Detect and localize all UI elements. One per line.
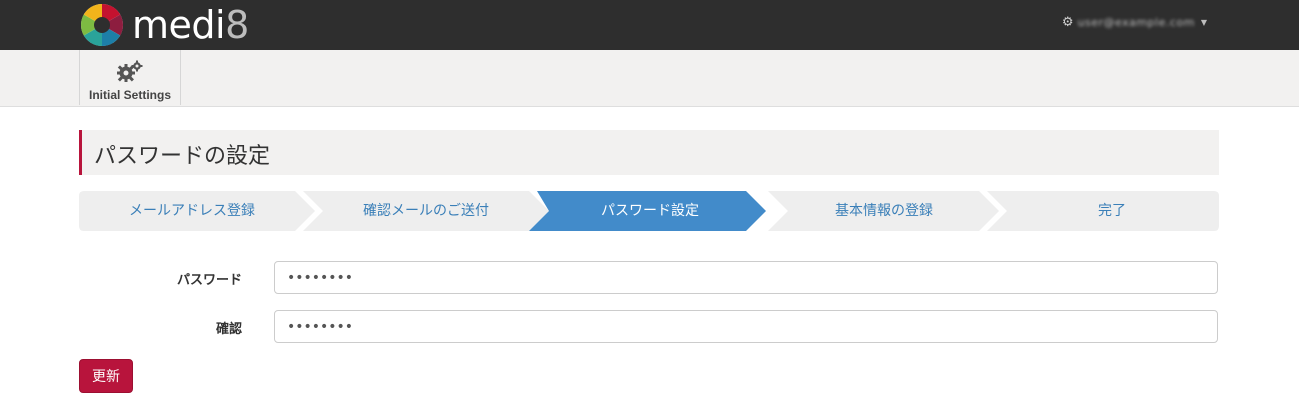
subnav-item-label: Initial Settings	[88, 88, 171, 102]
gear-icon: ⚙	[1061, 15, 1074, 30]
sub-navigation: Initial Settings	[0, 50, 1299, 107]
step-complete: 完了	[1098, 203, 1126, 219]
step-confirmation-mail: 確認メールのご送付	[363, 203, 489, 219]
password-input[interactable]	[274, 261, 1218, 294]
logo-mark-icon	[80, 3, 124, 47]
page-title-bar: パスワードの設定	[79, 130, 1219, 175]
top-bar: medi8 ⚙ user@example.com ▼	[0, 0, 1299, 50]
logo-wordmark: medi8	[132, 3, 249, 47]
page-title: パスワードの設定	[94, 144, 271, 169]
medi8-logo[interactable]: medi8	[80, 2, 249, 48]
subnav-item-initial-settings[interactable]: Initial Settings	[79, 50, 181, 105]
update-button[interactable]: 更新	[79, 359, 133, 393]
password-label: パスワード	[176, 273, 242, 288]
step-password-setting: パスワード設定	[601, 203, 699, 219]
wizard-steps: メールアドレス登録 確認メールのご送付 パスワード設定 基本情報の登録 完了	[79, 191, 1219, 231]
confirm-password-input[interactable]	[274, 310, 1218, 343]
caret-down-icon: ▼	[1200, 18, 1207, 27]
step-basic-info: 基本情報の登録	[835, 203, 933, 219]
user-menu[interactable]: ⚙ user@example.com ▼	[1062, 15, 1207, 30]
confirm-label: 確認	[215, 322, 242, 337]
gears-icon	[117, 60, 143, 82]
user-name: user@example.com	[1077, 16, 1195, 29]
step-email-registration: メールアドレス登録	[129, 203, 255, 219]
